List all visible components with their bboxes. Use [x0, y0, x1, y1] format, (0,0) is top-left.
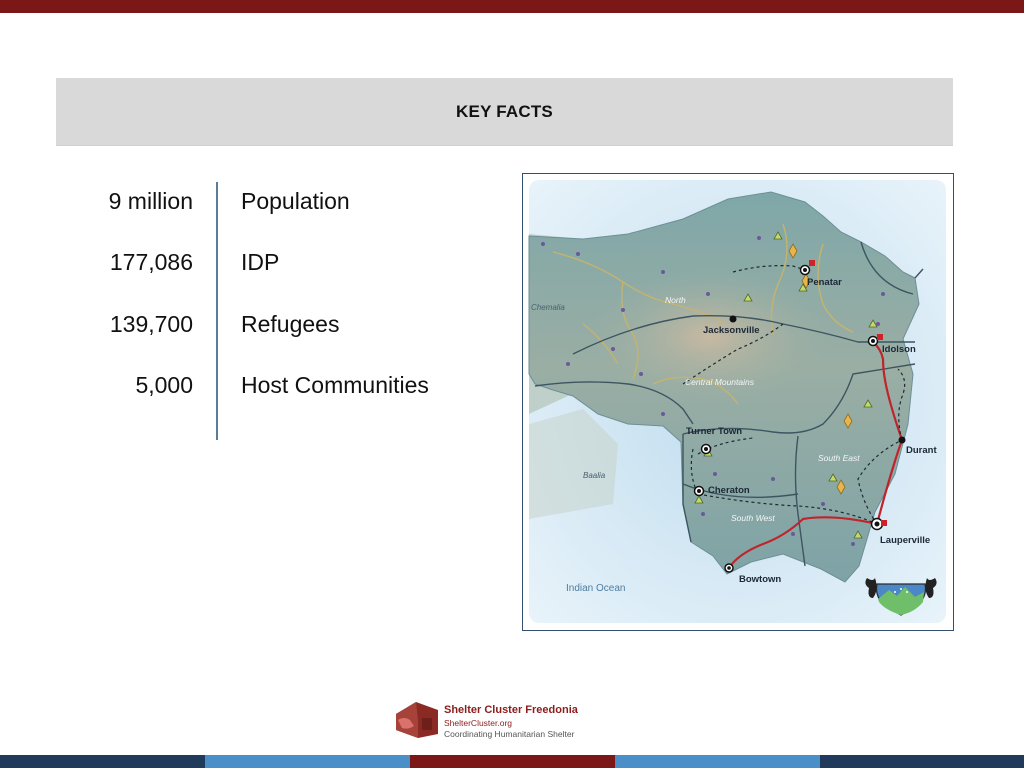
city-label-lauperville: Lauperville: [880, 535, 930, 546]
region-label-south-west: South West: [731, 513, 775, 523]
central-mountains-relief: [588, 269, 858, 419]
fact-value: 9 million: [108, 188, 193, 214]
org-name: Shelter Cluster Freedonia: [444, 704, 578, 716]
city-label-penatar: Penatar: [807, 277, 842, 288]
bottom-bar-segment: [410, 755, 615, 768]
city-label-idolson: Idolson: [882, 344, 916, 355]
region-label-central-mountains: Central Mountains: [685, 377, 755, 387]
bottom-accent-bar: [0, 755, 1024, 768]
map-svg: Penatar Jacksonville Idolson Turner Town…: [523, 174, 952, 629]
fact-row-refugees: 139,700 Refugees: [60, 311, 480, 347]
fact-label: Population: [241, 188, 350, 214]
top-accent-bar: [0, 0, 1024, 13]
banner-title: KEY FACTS: [456, 101, 553, 121]
city-label-turner-town: Turner Town: [686, 426, 742, 437]
fact-value: 5,000: [135, 372, 193, 398]
fact-row-idp: 177,086 IDP: [60, 249, 480, 285]
shelter-cluster-logo: Shelter Cluster Freedonia ShelterCluster…: [392, 700, 652, 740]
fact-label: Host Communities: [241, 372, 429, 398]
fact-row-host-communities: 5,000 Host Communities: [60, 372, 480, 408]
org-tagline: Coordinating Humanitarian Shelter: [444, 729, 575, 739]
bottom-bar-segment: [0, 755, 205, 768]
city-label-cheraton: Cheraton: [708, 485, 750, 496]
country-map: Penatar Jacksonville Idolson Turner Town…: [522, 173, 954, 631]
fact-row-population: 9 million Population: [60, 188, 480, 224]
bottom-bar-segment: [820, 755, 1024, 768]
city-label-jacksonville: Jacksonville: [703, 325, 760, 336]
key-facts-banner: KEY FACTS: [56, 78, 953, 146]
neighbor-label-baalia: Baalia: [583, 471, 606, 480]
shelter-house-icon: [396, 702, 438, 738]
neighbor-label-chemalia: Chemalia: [531, 303, 565, 312]
fact-value: 177,086: [109, 249, 193, 275]
city-label-bowtown: Bowtown: [739, 574, 781, 585]
fact-value: 139,700: [109, 311, 193, 337]
region-label-north: North: [665, 295, 686, 305]
sea-label-indian-ocean: Indian Ocean: [566, 583, 626, 594]
key-facts-list: 9 million Population 177,086 IDP 139,700…: [60, 180, 480, 440]
fact-label: IDP: [241, 249, 280, 275]
fact-label: Refugees: [241, 311, 340, 337]
bottom-bar-segment: [205, 755, 410, 768]
org-website: ShelterCluster.org: [444, 718, 513, 728]
bottom-bar-segment: [615, 755, 820, 768]
region-label-south-east: South East: [818, 453, 860, 463]
city-label-durant: Durant: [906, 445, 937, 456]
